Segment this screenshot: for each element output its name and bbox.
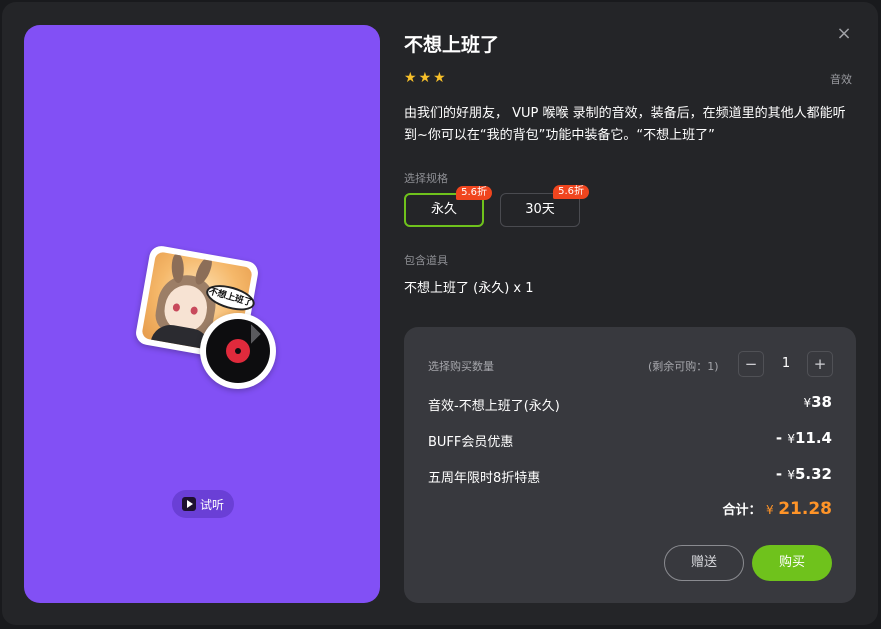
price-line-amount: - ¥5.32 [776, 465, 832, 483]
quantity-label: 选择购买数量 [428, 360, 494, 373]
price-line-amount: - ¥11.4 [776, 429, 832, 447]
currency-sign: ¥ [787, 432, 795, 446]
item-detail-modal: 不想上班了 试听 不想上班了 × ★ ★ ★ 音效 由我们的好朋友， VUP 喉… [2, 2, 878, 625]
character-ear [171, 252, 185, 284]
vinyl-record-icon [200, 313, 276, 389]
star-icon: ★ [418, 70, 432, 86]
spec-option-label: 30天 [525, 202, 555, 217]
buy-button[interactable]: 购买 [752, 545, 832, 581]
spec-option-label: 永久 [430, 202, 457, 217]
quantity-value[interactable]: 1 [772, 356, 800, 371]
close-icon[interactable]: × [834, 24, 854, 44]
total-amount: 21.28 [778, 499, 832, 519]
price-value: 5.32 [794, 465, 832, 483]
price-line-name: BUFF会员优惠 [428, 435, 514, 450]
price-value: 38 [811, 393, 832, 411]
item-cover-art: 不想上班了 [134, 244, 284, 390]
currency-sign: ¥ [766, 503, 774, 517]
quantity-increase-button[interactable]: + [807, 351, 833, 377]
star-icon: ★ [433, 70, 446, 86]
item-title: 不想上班了 [404, 34, 500, 56]
currency-sign: ¥ [803, 396, 812, 410]
quantity-decrease-button[interactable]: − [738, 351, 764, 377]
total-price: 合计： ¥ 21.28 [723, 499, 833, 519]
price-line-name: 音效-不想上班了(永久) [428, 399, 560, 414]
vinyl-hole [235, 348, 241, 354]
spec-label: 选择规格 [404, 172, 448, 185]
remaining-quota: (剩余可购：1) [648, 360, 719, 373]
cover-panel: 不想上班了 试听 [24, 25, 380, 603]
preview-listen-label: 试听 [199, 497, 224, 512]
spec-option-30-days[interactable]: 30天 5.6折 [500, 185, 589, 227]
gift-button[interactable]: 赠送 [664, 545, 744, 581]
play-icon [181, 497, 196, 511]
vinyl-label [226, 339, 250, 363]
discount-badge: 5.6折 [553, 185, 589, 199]
preview-listen-button[interactable]: 试听 [172, 490, 234, 518]
price-prefix: - [775, 429, 788, 447]
price-line-amount: ¥38 [803, 393, 832, 411]
item-description: 由我们的好朋友， VUP 喉喉 录制的音效，装备后，在频道里的其他人都能听到~你… [404, 106, 846, 143]
total-label: 合计： [722, 503, 762, 518]
discount-badge: 5.6折 [456, 186, 492, 200]
spec-option-permanent[interactable]: 永久 5.6折 [404, 186, 492, 227]
price-value: 11.4 [794, 429, 832, 447]
rating-stars: ★ ★ ★ [404, 70, 446, 86]
price-line-name: 五周年限时8折特惠 [428, 471, 541, 486]
includes-item: 不想上班了 (永久) x 1 [404, 281, 534, 296]
includes-label: 包含道具 [404, 254, 448, 267]
currency-sign: ¥ [787, 468, 795, 482]
star-icon: ★ [404, 70, 417, 86]
price-prefix: - [775, 465, 788, 483]
item-category: 音效 [830, 73, 852, 86]
purchase-summary: 选择购买数量 (剩余可购：1) − 1 + 音效-不想上班了(永久) ¥38 B… [404, 327, 856, 603]
vinyl-disc [206, 319, 270, 383]
